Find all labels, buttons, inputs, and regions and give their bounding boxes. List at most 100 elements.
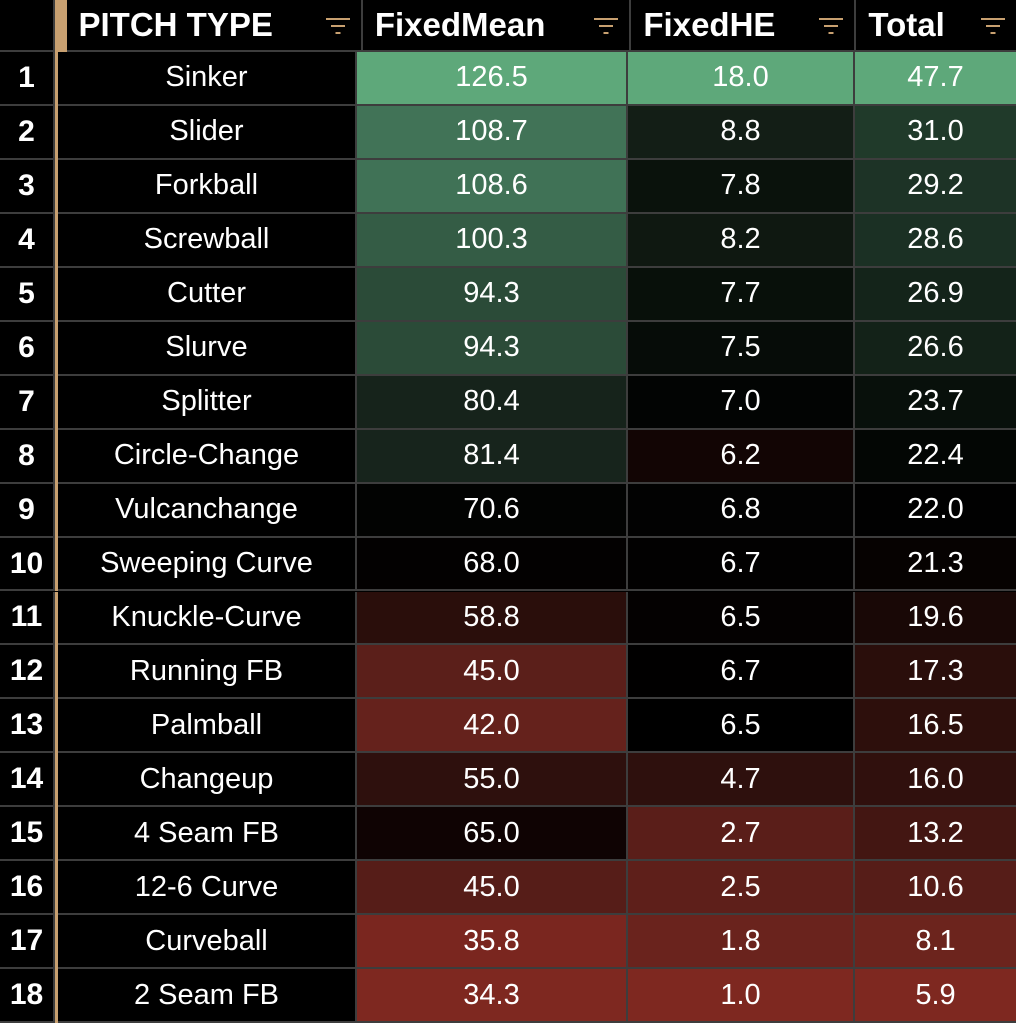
total-cell[interactable]: 17.3 — [855, 645, 1016, 700]
fixed-he-cell[interactable]: 8.8 — [628, 105, 855, 160]
row-number[interactable]: 13 — [0, 699, 55, 754]
fixed-he-cell[interactable]: 2.5 — [628, 861, 855, 916]
pitch-type-cell[interactable]: Forkball — [58, 159, 357, 214]
row-number[interactable]: 7 — [0, 375, 55, 430]
total-cell[interactable]: 10.6 — [855, 861, 1016, 916]
fixed-mean-cell[interactable]: 108.6 — [357, 159, 628, 214]
pitch-type-cell[interactable]: Curveball — [58, 915, 357, 970]
fixed-mean-cell[interactable]: 55.0 — [357, 753, 628, 808]
total-cell[interactable]: 31.0 — [855, 105, 1016, 160]
fixed-he-cell[interactable]: 8.2 — [628, 213, 855, 268]
fixed-he-cell[interactable]: 7.7 — [628, 267, 855, 322]
fixed-mean-cell[interactable]: 94.3 — [357, 267, 628, 322]
fixed-mean-cell[interactable]: 45.0 — [357, 861, 628, 916]
fixed-he-cell[interactable]: 7.8 — [628, 159, 855, 214]
filter-icon[interactable] — [818, 15, 844, 35]
pitch-type-cell[interactable]: Sinker — [58, 52, 357, 106]
fixed-he-cell[interactable]: 6.5 — [628, 699, 855, 754]
total-cell[interactable]: 28.6 — [855, 213, 1016, 268]
fixed-mean-cell[interactable]: 126.5 — [357, 52, 628, 106]
fixed-he-cell[interactable]: 7.0 — [628, 375, 855, 430]
pitch-type-cell[interactable]: Sweeping Curve — [58, 537, 357, 592]
row-number[interactable]: 1 — [0, 52, 55, 106]
total-cell[interactable]: 26.6 — [855, 321, 1016, 376]
total-cell[interactable]: 26.9 — [855, 267, 1016, 322]
filter-icon[interactable] — [325, 15, 351, 35]
fixed-mean-cell[interactable]: 80.4 — [357, 375, 628, 430]
corner-cell[interactable] — [0, 0, 55, 52]
pitch-type-cell[interactable]: Running FB — [58, 645, 357, 700]
total-cell[interactable]: 22.0 — [855, 483, 1016, 538]
fixed-mean-cell[interactable]: 70.6 — [357, 483, 628, 538]
pitch-type-cell[interactable]: Palmball — [58, 699, 357, 754]
pitch-type-cell[interactable]: Changeup — [58, 753, 357, 808]
row-number[interactable]: 18 — [0, 969, 55, 1023]
filter-icon[interactable] — [980, 15, 1006, 35]
header-fixed-mean[interactable]: FixedMean — [362, 0, 632, 52]
total-cell[interactable]: 21.3 — [855, 537, 1016, 592]
row-number[interactable]: 9 — [0, 483, 55, 538]
fixed-mean-cell[interactable]: 42.0 — [357, 699, 628, 754]
fixed-mean-cell[interactable]: 45.0 — [357, 645, 628, 700]
total-cell[interactable]: 22.4 — [855, 429, 1016, 484]
fixed-mean-cell[interactable]: 58.8 — [357, 591, 628, 646]
filter-icon[interactable] — [593, 15, 619, 35]
pitch-type-cell[interactable]: Slider — [58, 105, 357, 160]
total-cell[interactable]: 16.0 — [855, 753, 1016, 808]
pitch-type-cell[interactable]: Splitter — [58, 375, 357, 430]
pitch-type-cell[interactable]: 4 Seam FB — [58, 807, 357, 862]
row-number[interactable]: 8 — [0, 429, 55, 484]
fixed-he-cell[interactable]: 6.2 — [628, 429, 855, 484]
pitch-type-cell[interactable]: 12-6 Curve — [58, 861, 357, 916]
total-cell[interactable]: 5.9 — [855, 969, 1016, 1023]
fixed-mean-cell[interactable]: 68.0 — [357, 537, 628, 592]
fixed-mean-cell[interactable]: 108.7 — [357, 105, 628, 160]
row-number[interactable]: 6 — [0, 321, 55, 376]
row-number[interactable]: 10 — [0, 537, 55, 592]
row-number[interactable]: 4 — [0, 213, 55, 268]
pitch-type-cell[interactable]: Slurve — [58, 321, 357, 376]
fixed-mean-cell[interactable]: 100.3 — [357, 213, 628, 268]
row-number[interactable]: 11 — [0, 591, 55, 646]
total-cell[interactable]: 8.1 — [855, 915, 1016, 970]
fixed-he-cell[interactable]: 7.5 — [628, 321, 855, 376]
fixed-mean-cell[interactable]: 81.4 — [357, 429, 628, 484]
total-cell[interactable]: 23.7 — [855, 375, 1016, 430]
pitch-type-cell[interactable]: 2 Seam FB — [58, 969, 357, 1023]
fixed-he-cell[interactable]: 1.8 — [628, 915, 855, 970]
total-cell[interactable]: 29.2 — [855, 159, 1016, 214]
fixed-he-cell[interactable]: 1.0 — [628, 969, 855, 1023]
header-total[interactable]: Total — [856, 0, 1016, 52]
fixed-he-cell[interactable]: 4.7 — [628, 753, 855, 808]
fixed-he-cell[interactable]: 6.7 — [628, 645, 855, 700]
pitch-type-cell[interactable]: Screwball — [58, 213, 357, 268]
row-number[interactable]: 5 — [0, 267, 55, 322]
pitch-type-cell[interactable]: Knuckle-Curve — [58, 591, 357, 646]
header-pitch-type[interactable]: PITCH TYPE — [66, 0, 363, 52]
total-cell[interactable]: 47.7 — [855, 52, 1016, 106]
fixed-he-cell[interactable]: 18.0 — [628, 52, 855, 106]
fixed-he-cell[interactable]: 6.7 — [628, 537, 855, 592]
row-number[interactable]: 14 — [0, 753, 55, 808]
row-number[interactable]: 15 — [0, 807, 55, 862]
fixed-mean-cell[interactable]: 94.3 — [357, 321, 628, 376]
row-number[interactable]: 17 — [0, 915, 55, 970]
fixed-he-cell[interactable]: 6.8 — [628, 483, 855, 538]
fixed-mean-cell[interactable]: 34.3 — [357, 969, 628, 1023]
pitch-type-cell[interactable]: Circle-Change — [58, 429, 357, 484]
total-cell[interactable]: 19.6 — [855, 591, 1016, 646]
total-cell[interactable]: 16.5 — [855, 699, 1016, 754]
header-fixed-he[interactable]: FixedHE — [631, 0, 857, 52]
pitch-type-cell[interactable]: Cutter — [58, 267, 357, 322]
fixed-he-cell[interactable]: 6.5 — [628, 591, 855, 646]
fixed-mean-cell[interactable]: 35.8 — [357, 915, 628, 970]
row-number[interactable]: 3 — [0, 159, 55, 214]
row-number[interactable]: 16 — [0, 861, 55, 916]
pitch-type-cell[interactable]: Vulcanchange — [58, 483, 357, 538]
total-cell[interactable]: 13.2 — [855, 807, 1016, 862]
fixed-he-cell[interactable]: 2.7 — [628, 807, 855, 862]
row-number[interactable]: 2 — [0, 105, 55, 160]
fixed-mean-cell[interactable]: 65.0 — [357, 807, 628, 862]
row-number[interactable]: 12 — [0, 645, 55, 700]
freeze-divider[interactable] — [54, 0, 67, 52]
